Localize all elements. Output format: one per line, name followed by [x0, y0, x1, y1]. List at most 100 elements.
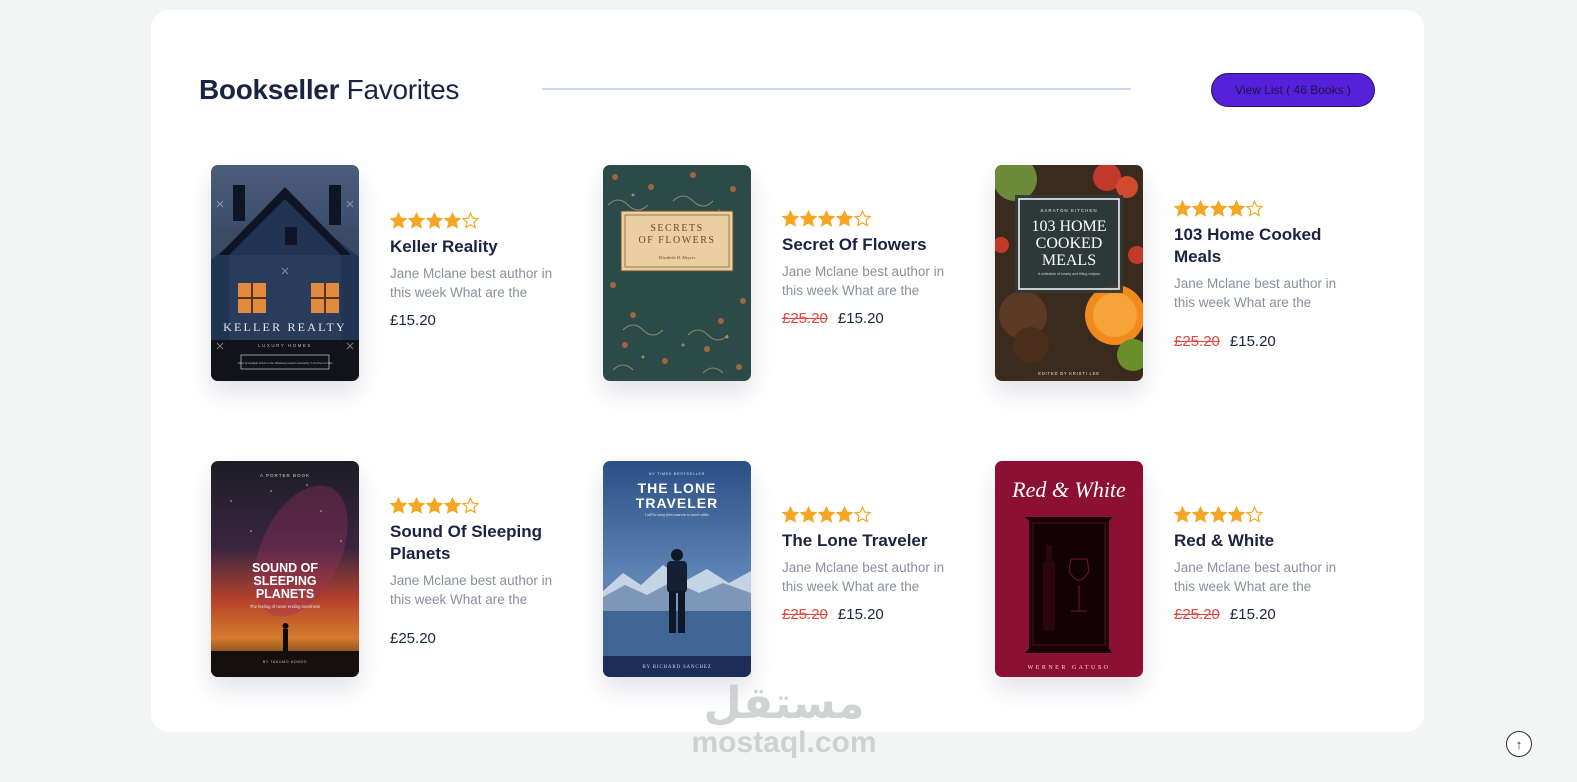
cover-author: Elizabeth H. Meyers [658, 255, 696, 260]
star-filled-icon [1228, 199, 1245, 217]
cover-title-line1: THE LONE [638, 480, 717, 496]
book-title[interactable]: Secret Of Flowers [782, 234, 962, 256]
mostaql-watermark: مستقل mostaql.com [688, 668, 880, 768]
book-card: SECRETS OF FLOWERS Elizabeth H. Meyers S… [603, 165, 963, 381]
star-filled-icon [1174, 505, 1191, 523]
book-cover[interactable]: SECRETS OF FLOWERS Elizabeth H. Meyers [603, 165, 751, 381]
book-cover[interactable]: NY TIMES BESTSELLER THE LONE TRAVELER I … [603, 461, 751, 677]
star-filled-icon [426, 496, 443, 514]
star-empty-icon [1246, 505, 1263, 523]
star-filled-icon [800, 209, 817, 227]
star-filled-icon [1192, 505, 1209, 523]
cover-title: KELLER REALTY [223, 320, 347, 334]
book-title[interactable]: Keller Reality [390, 236, 570, 258]
star-filled-icon [836, 505, 853, 523]
star-empty-icon [462, 211, 479, 229]
book-description: Jane Mclane best author in this week Wha… [1174, 276, 1337, 310]
star-filled-icon [782, 505, 799, 523]
book-info: Keller Reality Jane Mclane best author i… [390, 211, 570, 331]
book-cover[interactable]: SARATON KITCHEN 103 HOME COOKED MEALS A … [995, 165, 1143, 381]
star-filled-icon [390, 496, 407, 514]
cover-tagline: A collection of hearty and filling recip… [1038, 272, 1100, 276]
rating-stars [782, 209, 962, 227]
view-list-button[interactable]: View List ( 46 Books ) [1211, 73, 1375, 107]
logo-text: مستقل [704, 678, 865, 729]
price-row: £25.20 £15.20 [782, 605, 962, 625]
book-card: NY TIMES BESTSELLER THE LONE TRAVELER I … [603, 461, 963, 677]
cover-author: WERNER GATUSO [1028, 665, 1111, 671]
star-filled-icon [1174, 199, 1191, 217]
rating-stars [390, 496, 570, 514]
star-filled-icon [818, 209, 835, 227]
scroll-to-top-button[interactable]: ↑ [1506, 731, 1532, 757]
price: £15.20 [390, 312, 436, 329]
price-row: £25.20 £15.20 [1174, 332, 1354, 352]
old-price: £25.20 [1174, 606, 1220, 623]
book-description: Jane Mclane best author in this week Wha… [782, 560, 945, 594]
book-title[interactable]: Sound Of Sleeping Planets [390, 521, 570, 565]
cover-title-line3: MEALS [1042, 252, 1096, 269]
book-title[interactable]: Red & White [1174, 530, 1354, 552]
book-description: Jane Mclane best author in this week Wha… [390, 266, 553, 300]
star-filled-icon [444, 496, 461, 514]
section-title-bold: Bookseller [199, 74, 340, 105]
price: £15.20 [837, 310, 884, 327]
book-info: Secret Of Flowers Jane Mclane best autho… [782, 209, 962, 329]
cover-publisher: A PORTER BOOK [260, 473, 310, 478]
old-price: £25.20 [782, 310, 828, 327]
star-empty-icon [1246, 199, 1263, 217]
cover-title-line1: SOUND OF [252, 561, 318, 575]
price: £15.20 [1229, 333, 1276, 350]
price-row: £25.20 [390, 629, 570, 649]
star-filled-icon [408, 211, 425, 229]
book-cover[interactable]: KELLER REALTY LUXURY HOMES Tours of mult… [211, 165, 359, 381]
book-cover[interactable]: A PORTER BOOK SOUND OF SLEEPING PLANETS … [211, 461, 359, 677]
book-card: SARATON KITCHEN 103 HOME COOKED MEALS A … [995, 165, 1355, 381]
arrow-up-icon: ↑ [1515, 736, 1523, 752]
book-description: Jane Mclane best author in this week Wha… [1174, 560, 1337, 594]
cover-title-line1: SECRETS [650, 223, 703, 234]
cover-title-line3: PLANETS [256, 587, 314, 601]
rating-stars [390, 211, 570, 229]
book-card: KELLER REALTY LUXURY HOMES Tours of mult… [211, 165, 571, 381]
book-card: Red & White WERNER GATUSO Red & White Ja… [995, 461, 1355, 677]
star-filled-icon [800, 505, 817, 523]
book-description: Jane Mclane best author in this week Wha… [390, 573, 553, 607]
book-info: Red & White Jane Mclane best author in t… [1174, 505, 1354, 625]
book-cover[interactable]: Red & White WERNER GATUSO [995, 461, 1143, 677]
star-filled-icon [1192, 199, 1209, 217]
old-price: £25.20 [782, 606, 828, 623]
book-title[interactable]: 103 Home Cooked Meals [1174, 224, 1354, 268]
cover-tagline: I will be away from someone to travel wi… [644, 513, 709, 517]
price-row: £15.20 [390, 311, 570, 331]
cover-title-line2: COOKED [1036, 235, 1103, 252]
book-title[interactable]: The Lone Traveler [782, 530, 962, 552]
cover-editor: EDITED BY KRISTI LEE [1038, 371, 1100, 376]
star-filled-icon [818, 505, 835, 523]
cover-title-line2: SLEEPING [253, 574, 316, 588]
price: £25.20 [390, 630, 436, 647]
old-price: £25.20 [1174, 333, 1220, 350]
cover-tagline: The feeling of never ending loneliness [250, 604, 321, 609]
price: £15.20 [1229, 606, 1276, 623]
star-empty-icon [462, 496, 479, 514]
rating-stars [1174, 199, 1354, 217]
cover-author: BY TAKUMO HONDO [263, 660, 307, 664]
price: £15.20 [837, 606, 884, 623]
price-row: £25.20 £15.20 [1174, 605, 1354, 625]
cover-title-line1: 103 HOME [1031, 218, 1106, 235]
cover-title-line2: OF FLOWERS [639, 235, 716, 246]
book-card: A PORTER BOOK SOUND OF SLEEPING PLANETS … [211, 461, 571, 677]
section-title: Bookseller Favorites [199, 72, 459, 108]
star-filled-icon [408, 496, 425, 514]
book-info: The Lone Traveler Jane Mclane best autho… [782, 505, 962, 625]
book-info: Sound Of Sleeping Planets Jane Mclane be… [390, 496, 570, 649]
star-filled-icon [426, 211, 443, 229]
price-row: £25.20 £15.20 [782, 309, 962, 329]
star-filled-icon [782, 209, 799, 227]
star-filled-icon [1210, 199, 1227, 217]
star-filled-icon [1210, 505, 1227, 523]
star-empty-icon [854, 505, 871, 523]
rating-stars [1174, 505, 1354, 523]
title-divider [542, 88, 1131, 90]
